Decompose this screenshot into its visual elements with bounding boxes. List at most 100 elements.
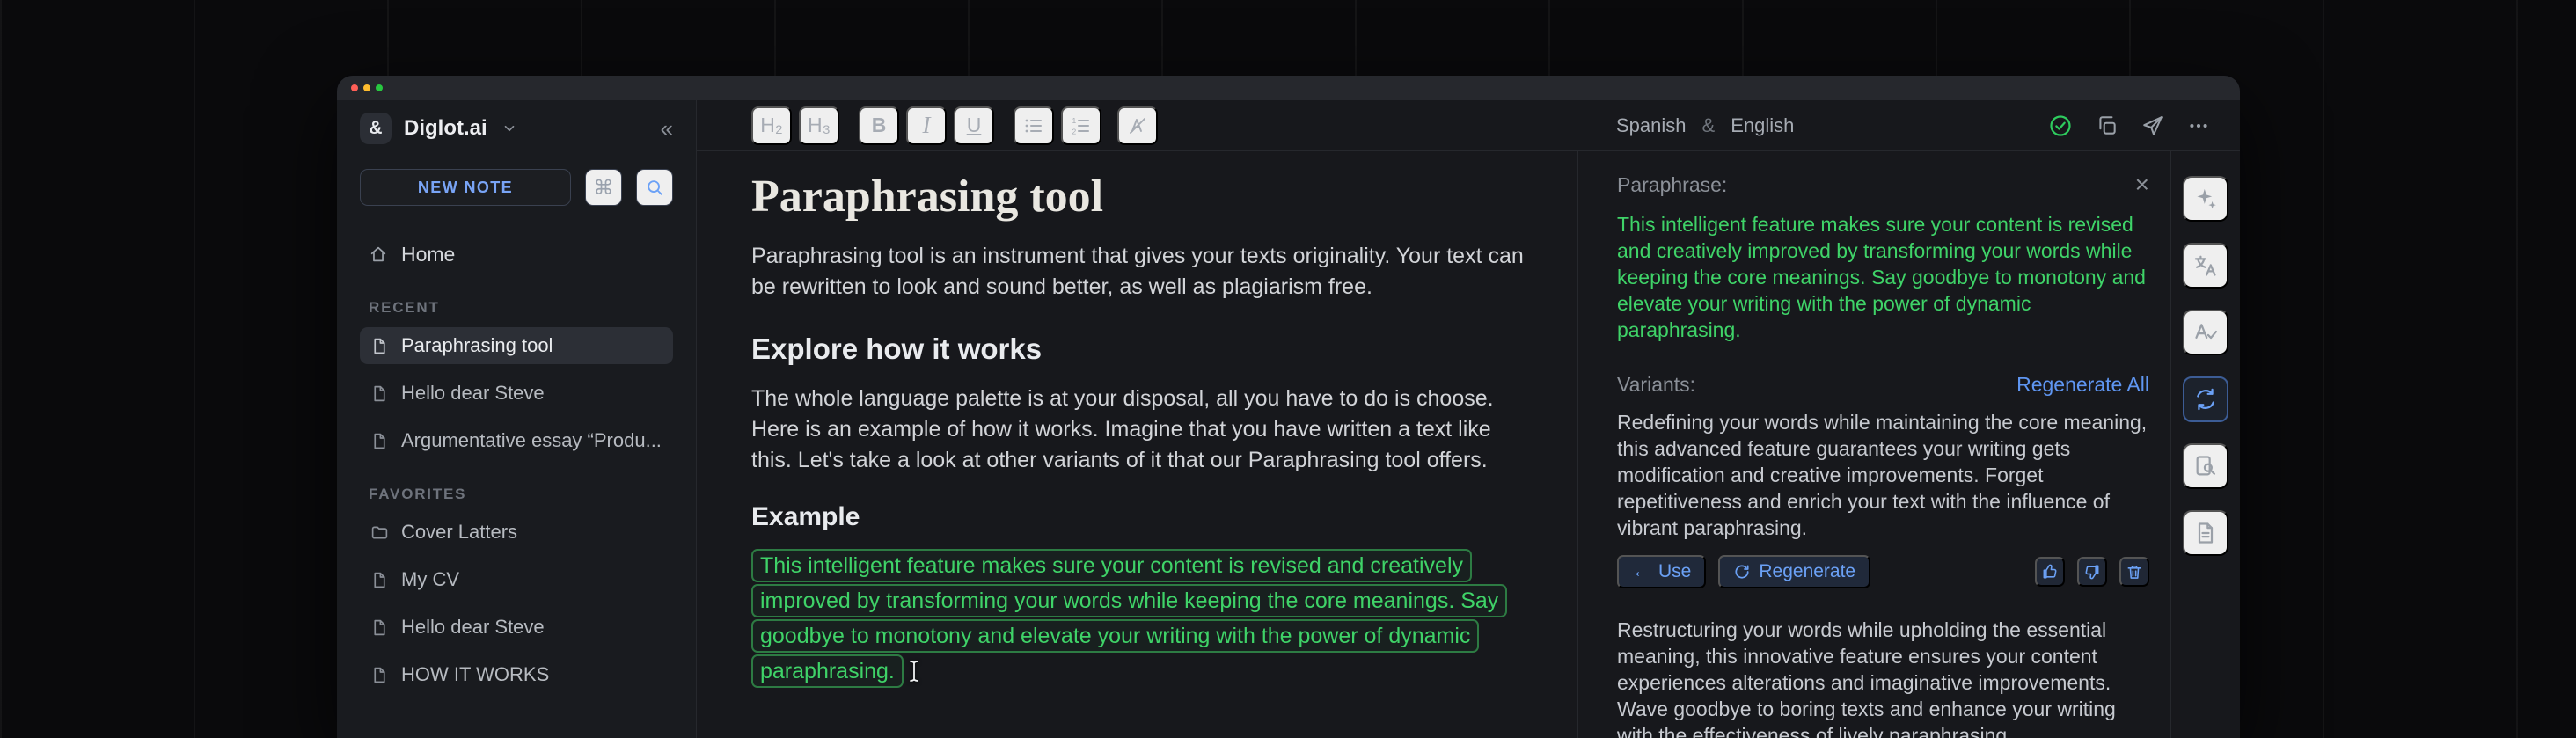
sidebar-item-my-cv[interactable]: My CV <box>360 561 673 598</box>
sidebar-item-hello-dear-steve[interactable]: Hello dear Steve <box>360 375 673 412</box>
document-editor[interactable]: Paraphrasing tool Paraphrasing tool is a… <box>697 151 1577 738</box>
note-icon <box>374 385 385 401</box>
window-titlebar[interactable] <box>337 76 2240 100</box>
regenerate-variant-button[interactable]: Regenerate <box>1718 555 1871 588</box>
variants-header: Variants: Regenerate All <box>1617 373 2149 397</box>
paraphrased-highlight[interactable]: This intelligent feature makes sure your… <box>751 549 1508 688</box>
plagiarism-check-button[interactable] <box>2182 443 2228 489</box>
command-shortcut-button[interactable]: ⌘ <box>585 169 622 206</box>
grammar-check-button[interactable] <box>2182 310 2228 355</box>
paraphrase-panel: Paraphrase: × This intelligent feature m… <box>1577 151 2170 738</box>
note-icon <box>374 572 385 588</box>
app-logo-glyph: & <box>369 118 383 138</box>
more-options-button[interactable] <box>2187 114 2210 137</box>
explore-paragraph[interactable]: The whole language palette is at your di… <box>751 384 1528 476</box>
close-panel-button[interactable]: × <box>2135 172 2149 197</box>
sidebar-item-label: Home <box>401 242 456 266</box>
close-icon: × <box>2134 171 2149 198</box>
use-variant-button[interactable]: ← Use <box>1617 555 1707 588</box>
favorites-section-label: FAVORITES <box>369 486 467 502</box>
new-note-row: NEW NOTE ⌘ <box>360 169 673 206</box>
format-buttons-group: H₂ H₃ B I U 12 <box>751 106 1158 145</box>
sidebar-item-label: Paraphrasing tool <box>401 334 553 356</box>
bold-button[interactable]: B <box>859 106 899 145</box>
main-area: H₂ H₃ B I U 12 Spanish & English Paraphr… <box>697 100 2240 738</box>
content-row: Paraphrasing tool Paraphrasing tool is a… <box>697 151 2240 738</box>
close-window-button[interactable] <box>351 84 358 91</box>
delete-variant-button[interactable] <box>2119 557 2149 587</box>
heading2-button[interactable]: H₂ <box>751 106 792 145</box>
minimize-window-button[interactable] <box>363 84 370 91</box>
sidebar-header: & Diglot.ai « <box>360 109 673 148</box>
folder-icon <box>371 526 388 538</box>
sidebar-item-cover-latters[interactable]: Cover Latters <box>360 514 673 551</box>
recent-section-label: RECENT <box>369 299 440 316</box>
translate-icon <box>2194 255 2216 276</box>
sidebar-item-argumentative-essay[interactable]: Argumentative essay “Produ... <box>360 422 673 459</box>
app-logo: & <box>360 113 392 144</box>
svg-text:2: 2 <box>1072 127 1077 135</box>
thumbs-down-button[interactable] <box>2077 557 2107 587</box>
copy-button[interactable] <box>2096 114 2119 137</box>
sidebar-item-paraphrasing-tool[interactable]: Paraphrasing tool <box>360 327 673 364</box>
intro-paragraph[interactable]: Paraphrasing tool is an instrument that … <box>751 241 1528 303</box>
variant-1-text: Redefining your words while maintaining … <box>1617 411 2148 539</box>
trash-icon <box>2127 565 2141 579</box>
thumbs-up-icon <box>2043 564 2057 579</box>
document-icon <box>2198 522 2213 544</box>
explore-heading[interactable]: Explore how it works <box>751 332 1528 366</box>
example-paragraph[interactable]: This intelligent feature makes sure your… <box>751 548 1528 689</box>
note-icon <box>374 338 385 354</box>
language-from[interactable]: Spanish <box>1616 114 1687 137</box>
grammar-check-icon <box>2194 324 2217 340</box>
thumbs-down-icon <box>2085 565 2099 580</box>
ordered-list-button[interactable]: 12 <box>1061 106 1101 145</box>
search-icon <box>648 180 662 195</box>
saved-status-button[interactable] <box>2048 113 2073 138</box>
collapse-sidebar-button[interactable]: « <box>661 117 673 140</box>
sidebar-item-how-it-works[interactable]: HOW IT WORKS <box>360 656 673 693</box>
sidebar-item-label: Hello dear Steve <box>401 382 545 404</box>
italic-button[interactable]: I <box>906 106 947 145</box>
new-note-button[interactable]: NEW NOTE <box>360 169 571 206</box>
clear-formatting-button[interactable] <box>1117 106 1158 145</box>
sidebar-item-label: Argumentative essay “Produ... <box>401 429 662 451</box>
ai-assistant-button[interactable] <box>2182 176 2228 222</box>
bullet-list-icon <box>1025 119 1042 132</box>
sidebar-item-home[interactable]: Home <box>360 236 673 273</box>
editor-toolbar: H₂ H₃ B I U 12 Spanish & English <box>697 100 2240 151</box>
app-name: Diglot.ai <box>404 116 487 140</box>
thumbs-up-button[interactable] <box>2035 557 2065 587</box>
translate-button[interactable] <box>2182 243 2228 289</box>
double-chevron-left-icon: « <box>660 115 673 142</box>
variants-label: Variants: <box>1617 373 1696 396</box>
check-circle-icon <box>2050 114 2071 136</box>
copy-icon <box>2099 115 2116 135</box>
language-to[interactable]: English <box>1731 114 1794 137</box>
note-icon <box>374 667 385 683</box>
toolbar-actions <box>2048 113 2210 138</box>
maximize-window-button[interactable] <box>376 84 383 91</box>
heading3-button[interactable]: H₃ <box>799 106 839 145</box>
clear-formatting-icon <box>1130 117 1145 134</box>
paraphrase-panel-header: Paraphrase: × <box>1617 172 2149 197</box>
summarize-button[interactable] <box>2182 510 2228 556</box>
paraphrase-result-text: This intelligent feature makes sure your… <box>1617 213 2146 341</box>
regenerate-all-link[interactable]: Regenerate All <box>2016 373 2149 397</box>
ellipsis-icon <box>2190 123 2207 128</box>
workspace-menu-button[interactable] <box>501 121 517 136</box>
sparkles-icon <box>2196 188 2216 209</box>
use-button-label: Use <box>1658 561 1692 581</box>
sidebar-item-hello-dear-steve-2[interactable]: Hello dear Steve <box>360 609 673 646</box>
tools-rail <box>2170 151 2239 738</box>
underline-button[interactable]: U <box>954 106 994 145</box>
paraphrase-panel-title: Paraphrase: <box>1617 172 1728 196</box>
bullet-list-button[interactable] <box>1014 106 1054 145</box>
share-button[interactable] <box>2141 114 2164 137</box>
example-heading[interactable]: Example <box>751 502 1528 532</box>
document-title[interactable]: Paraphrasing tool <box>751 171 1528 223</box>
app-window: & Diglot.ai « NEW NOTE ⌘ Home RECENT Par… <box>337 76 2240 738</box>
paraphrase-tool-button[interactable] <box>2182 376 2228 422</box>
search-button[interactable] <box>636 169 673 206</box>
sidebar-item-label: HOW IT WORKS <box>401 663 550 685</box>
